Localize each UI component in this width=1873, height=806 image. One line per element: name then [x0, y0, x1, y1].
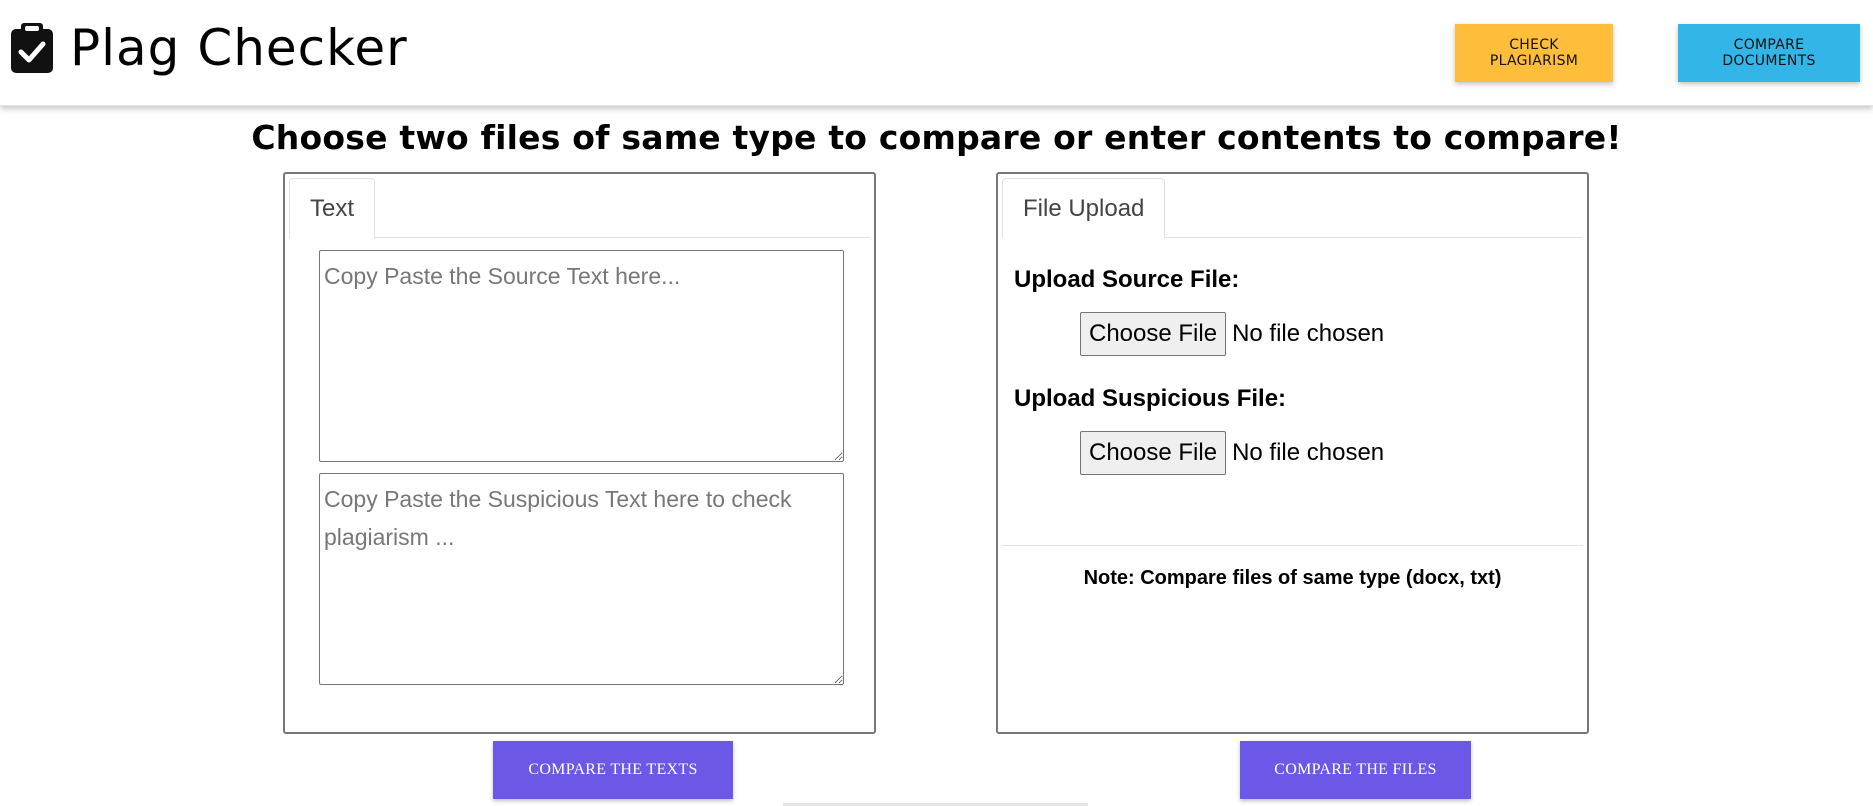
- file-compare-panel: File Upload Upload Source File: Choose F…: [996, 172, 1589, 734]
- top-navbar: Plag Checker CHECK PLAGIARISM COMPARE DO…: [0, 0, 1873, 106]
- compare-files-button[interactable]: COMPARE THE FILES: [1240, 741, 1471, 799]
- clipboard-check-icon: [11, 23, 53, 73]
- source-file-status: No file chosen: [1232, 320, 1385, 347]
- suspicious-file-status: No file chosen: [1232, 439, 1385, 466]
- compare-texts-button[interactable]: COMPARE THE TEXTS: [493, 741, 733, 799]
- file-tabbar: File Upload: [1002, 178, 1583, 239]
- suspicious-choose-file-button[interactable]: Choose File: [1080, 431, 1227, 475]
- note-divider: [1002, 545, 1583, 546]
- app-title: Plag Checker: [70, 19, 408, 77]
- tab-text[interactable]: Text: [289, 178, 376, 239]
- check-plagiarism-button[interactable]: CHECK PLAGIARISM: [1455, 24, 1613, 82]
- source-file-input[interactable]: Choose File No file chosen: [1080, 312, 1384, 356]
- brand[interactable]: Plag Checker: [10, 22, 408, 74]
- compare-documents-button[interactable]: COMPARE DOCUMENTS: [1678, 24, 1860, 82]
- page-heading: Choose two files of same type to compare…: [251, 118, 1622, 157]
- tab-file-upload[interactable]: File Upload: [1002, 178, 1166, 239]
- text-tabbar: Text: [289, 178, 870, 239]
- source-text-input[interactable]: [319, 250, 844, 462]
- suspicious-file-label: Upload Suspicious File:: [1014, 385, 1287, 412]
- source-choose-file-button[interactable]: Choose File: [1080, 312, 1227, 356]
- source-file-label: Upload Source File:: [1014, 266, 1240, 293]
- suspicious-text-input[interactable]: [319, 473, 844, 685]
- file-type-note: Note: Compare files of same type (docx, …: [1083, 567, 1502, 589]
- suspicious-file-input[interactable]: Choose File No file chosen: [1080, 431, 1384, 475]
- text-compare-panel: Text: [283, 172, 876, 734]
